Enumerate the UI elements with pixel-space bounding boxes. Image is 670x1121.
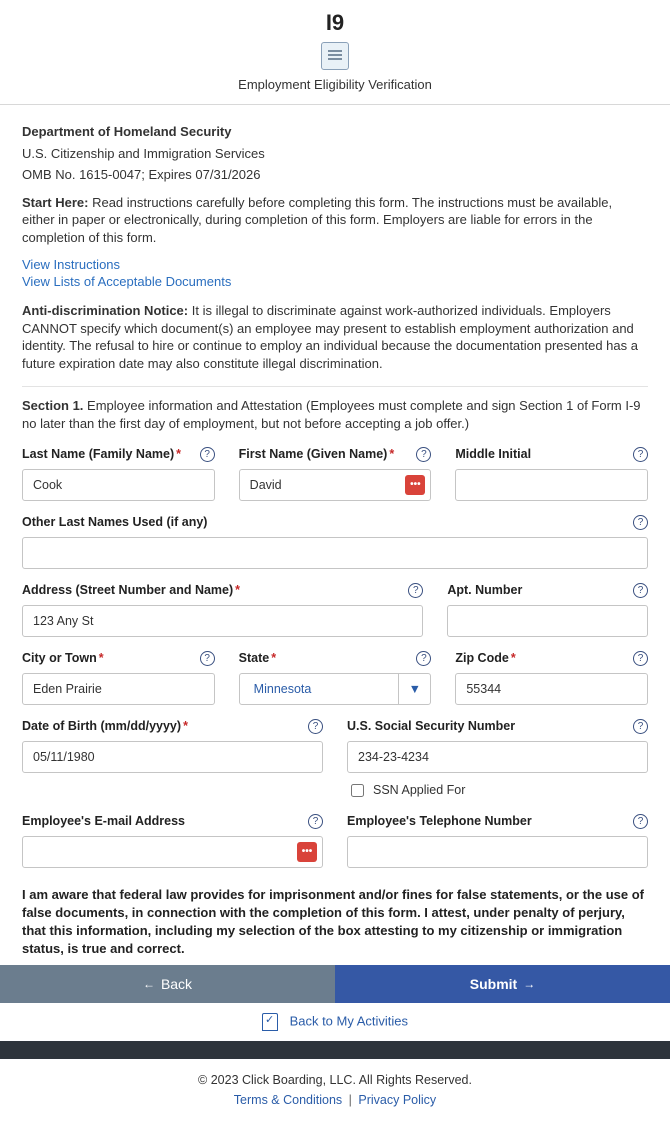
ssn-label: U.S. Social Security Number: [347, 719, 648, 733]
phone-input[interactable]: [347, 836, 648, 868]
email-label: Employee's E-mail Address: [22, 814, 323, 828]
field-badge-icon[interactable]: •••: [297, 842, 317, 862]
help-icon[interactable]: ?: [416, 447, 431, 462]
first-name-label: First Name (Given Name): [239, 447, 388, 461]
state-select[interactable]: Minnesota ▼: [239, 673, 432, 705]
help-icon[interactable]: ?: [408, 583, 423, 598]
start-here-paragraph: Start Here: Read instructions carefully …: [22, 194, 648, 247]
anti-discrimination-paragraph: Anti-discrimination Notice: It is illega…: [22, 302, 648, 372]
apt-label: Apt. Number: [447, 583, 648, 597]
document-icon: [321, 42, 349, 70]
mi-label: Middle Initial: [455, 447, 648, 461]
apt-input[interactable]: [447, 605, 648, 637]
help-icon[interactable]: ?: [633, 719, 648, 734]
ssn-applied-label: SSN Applied For: [373, 783, 465, 797]
field-last-name: Last Name (Family Name)* ?: [22, 447, 215, 501]
field-middle-initial: Middle Initial ?: [455, 447, 648, 501]
help-icon[interactable]: ?: [200, 447, 215, 462]
ssn-applied-checkbox[interactable]: [351, 784, 364, 797]
submit-button-label: Submit: [470, 976, 517, 992]
start-here-text: Read instructions carefully before compl…: [22, 195, 612, 245]
view-lists-link[interactable]: View Lists of Acceptable Documents: [22, 274, 231, 289]
mi-input[interactable]: [455, 469, 648, 501]
section1-label: Section 1.: [22, 398, 83, 413]
email-input[interactable]: [22, 836, 323, 868]
separator: |: [349, 1093, 352, 1107]
address-input[interactable]: [22, 605, 423, 637]
field-phone: Employee's Telephone Number ?: [347, 814, 648, 868]
field-apt: Apt. Number ?: [447, 583, 648, 637]
privacy-link[interactable]: Privacy Policy: [358, 1093, 436, 1107]
omb-line: OMB No. 1615-0047; Expires 07/31/2026: [22, 166, 648, 184]
footer-bar: [0, 1041, 670, 1059]
chevron-down-icon: ▼: [398, 674, 430, 704]
start-here-label: Start Here:: [22, 195, 88, 210]
other-names-input[interactable]: [22, 537, 648, 569]
field-first-name: First Name (Given Name)* ? •••: [239, 447, 432, 501]
back-button-label: Back: [161, 976, 192, 992]
first-name-input[interactable]: [239, 469, 432, 501]
dob-label: Date of Birth (mm/dd/yyyy): [22, 719, 181, 733]
submit-button[interactable]: Submit →: [335, 965, 670, 1003]
address-label: Address (Street Number and Name): [22, 583, 233, 597]
back-to-activities: Back to My Activities: [0, 1003, 670, 1041]
arrow-right-icon: →: [523, 977, 535, 991]
field-zip: Zip Code* ?: [455, 651, 648, 705]
dob-input[interactable]: [22, 741, 323, 773]
field-email: Employee's E-mail Address ? •••: [22, 814, 323, 868]
page-header: I9 Employment Eligibility Verification: [0, 0, 670, 105]
page-title: I9: [0, 10, 670, 36]
footer: © 2023 Click Boarding, LLC. All Rights R…: [0, 1059, 670, 1121]
arrow-left-icon: ←: [143, 977, 155, 991]
divider: [22, 386, 648, 387]
agency-line: U.S. Citizenship and Immigration Service…: [22, 145, 648, 163]
copyright: © 2023 Click Boarding, LLC. All Rights R…: [0, 1073, 670, 1087]
section1-text: Employee information and Attestation (Em…: [22, 398, 641, 431]
button-bar: ← Back Submit →: [0, 965, 670, 1003]
help-icon[interactable]: ?: [633, 447, 648, 462]
back-activities-link[interactable]: Back to My Activities: [290, 1013, 408, 1028]
field-badge-icon[interactable]: •••: [405, 475, 425, 495]
ssn-input[interactable]: [347, 741, 648, 773]
city-label: City or Town: [22, 651, 97, 665]
last-name-input[interactable]: [22, 469, 215, 501]
dept-line: Department of Homeland Security: [22, 123, 648, 141]
form-scroll-area[interactable]: Department of Homeland Security U.S. Cit…: [0, 105, 670, 965]
section1-paragraph: Section 1. Employee information and Atte…: [22, 397, 648, 432]
help-icon[interactable]: ?: [633, 651, 648, 666]
terms-link[interactable]: Terms & Conditions: [234, 1093, 342, 1107]
help-icon[interactable]: ?: [633, 583, 648, 598]
field-state: State* ? Minnesota ▼: [239, 651, 432, 705]
last-name-label: Last Name (Family Name): [22, 447, 174, 461]
state-label: State: [239, 651, 270, 665]
field-city: City or Town* ?: [22, 651, 215, 705]
help-icon[interactable]: ?: [308, 719, 323, 734]
help-icon[interactable]: ?: [308, 814, 323, 829]
clipboard-check-icon: [262, 1013, 278, 1031]
page-subtitle: Employment Eligibility Verification: [0, 77, 670, 92]
help-icon[interactable]: ?: [633, 515, 648, 530]
field-address: Address (Street Number and Name)* ?: [22, 583, 423, 637]
field-other-names: Other Last Names Used (if any) ?: [22, 515, 648, 569]
city-input[interactable]: [22, 673, 215, 705]
view-instructions-link[interactable]: View Instructions: [22, 257, 120, 272]
other-names-label: Other Last Names Used (if any): [22, 515, 648, 529]
help-icon[interactable]: ?: [633, 814, 648, 829]
help-icon[interactable]: ?: [416, 651, 431, 666]
anti-label: Anti-discrimination Notice:: [22, 303, 188, 318]
phone-label: Employee's Telephone Number: [347, 814, 648, 828]
state-value: Minnesota: [250, 682, 312, 696]
zip-label: Zip Code: [455, 651, 508, 665]
attestation-text: I am aware that federal law provides for…: [22, 886, 648, 959]
field-dob: Date of Birth (mm/dd/yyyy)* ?: [22, 719, 323, 800]
field-ssn: U.S. Social Security Number ? SSN Applie…: [347, 719, 648, 800]
help-icon[interactable]: ?: [200, 651, 215, 666]
zip-input[interactable]: [455, 673, 648, 705]
back-button[interactable]: ← Back: [0, 965, 335, 1003]
